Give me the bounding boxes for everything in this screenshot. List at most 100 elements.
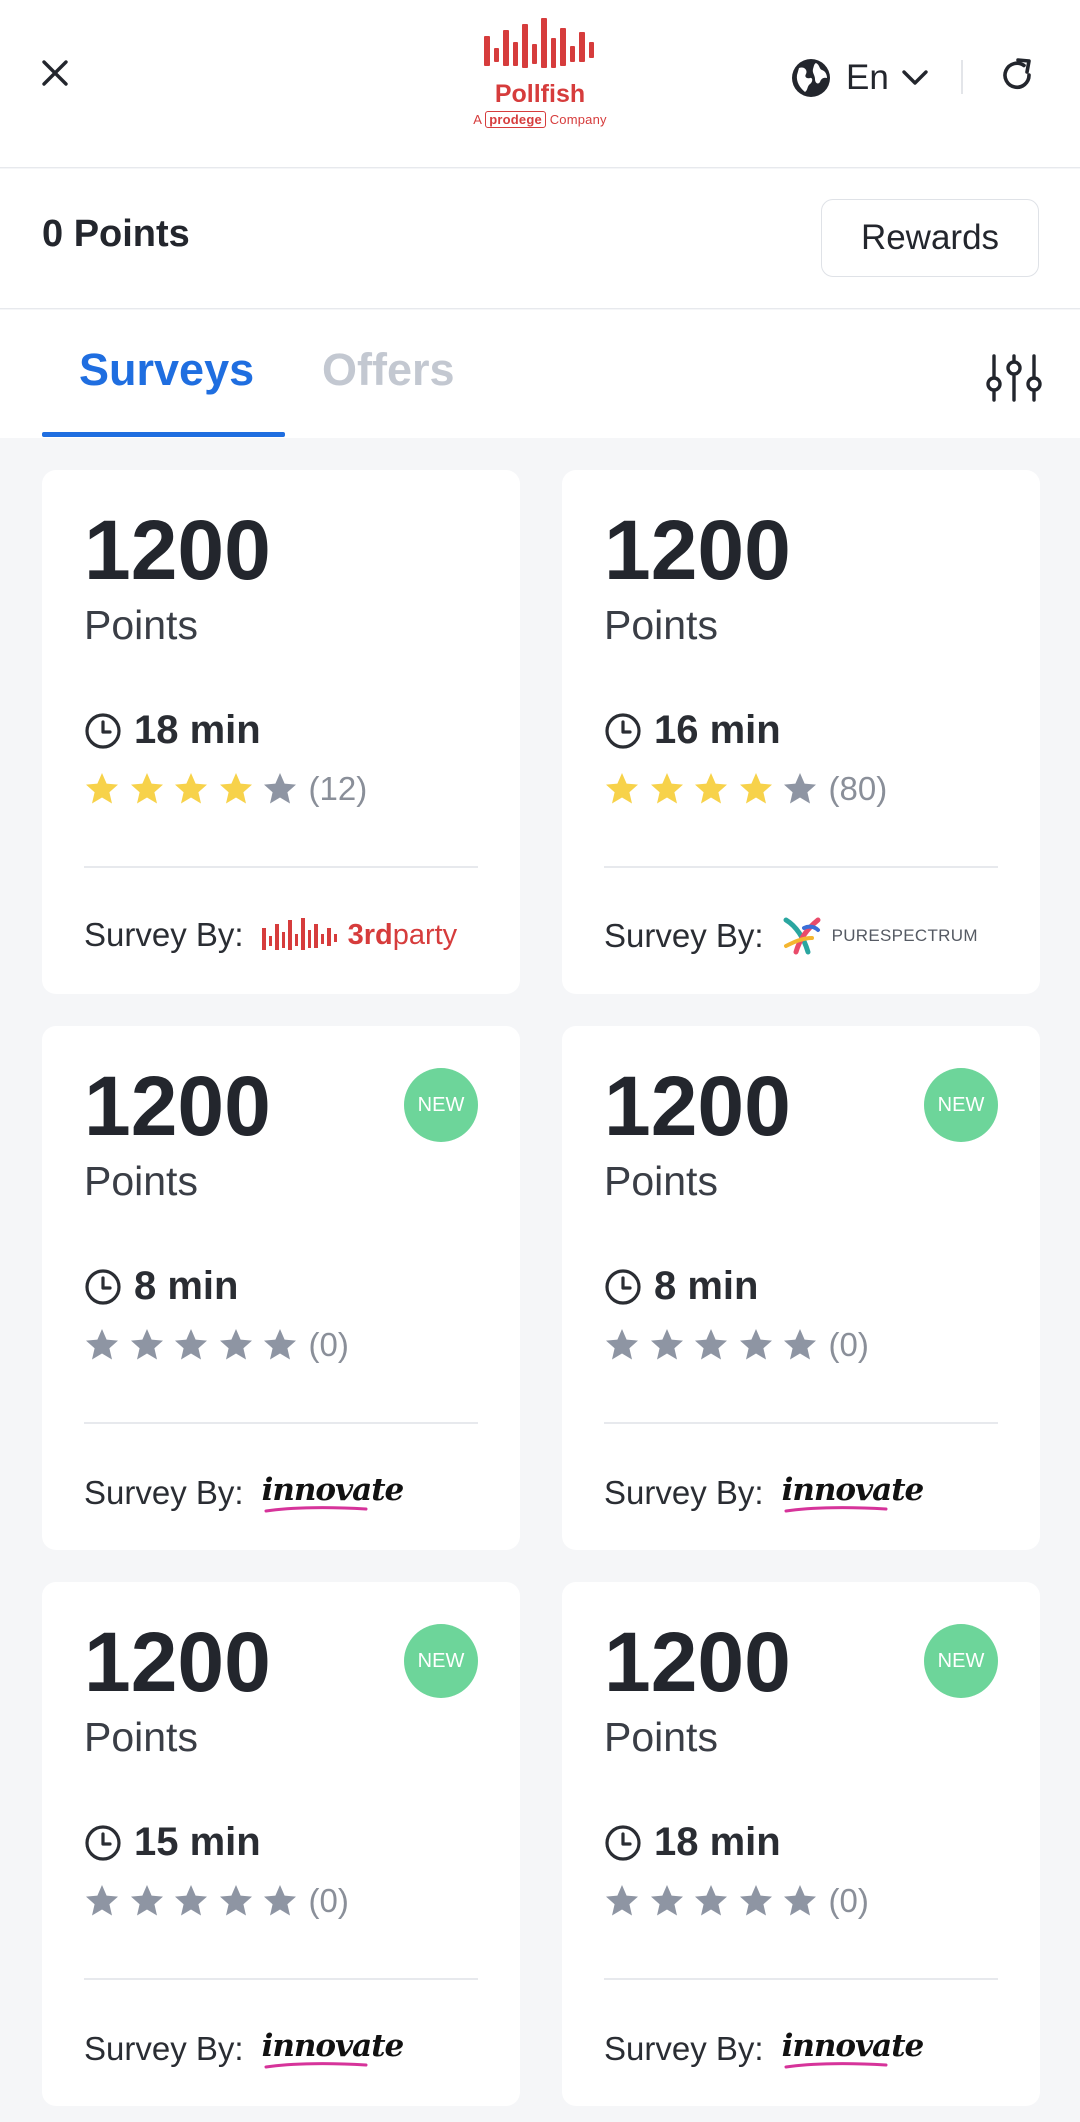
star-empty-icon [264, 1885, 296, 1916]
survey-duration: 8 min [604, 1264, 758, 1309]
header-divider [961, 60, 963, 94]
survey-card[interactable]: 1200 Points 16 min (80) Survey By: PURES… [562, 470, 1040, 994]
refresh-button[interactable] [998, 56, 1036, 94]
card-points-value: 1200 [604, 503, 791, 597]
globe-icon [792, 59, 830, 97]
tab-surveys[interactable]: Surveys [79, 344, 254, 396]
provider-logo-innovate: innovate [262, 2028, 404, 2070]
provider-logo-innovate: innovate [782, 2028, 924, 2070]
star-rating: (0) [84, 1326, 349, 1364]
star-rating: (80) [604, 770, 887, 808]
star-empty-icon [695, 1329, 727, 1360]
duration-text: 18 min [134, 708, 261, 752]
card-divider [604, 1978, 998, 1980]
points-balance: 0 Points [42, 213, 190, 255]
rewards-button[interactable]: Rewards [821, 199, 1039, 277]
points-bar: 0 Points Rewards [0, 169, 1080, 309]
review-count: (0) [308, 1326, 349, 1363]
card-points-label: Points [604, 602, 718, 648]
tab-offers[interactable]: Offers [322, 344, 455, 396]
clock-icon [605, 1268, 641, 1305]
star-empty-icon [264, 773, 296, 804]
star-filled-icon [695, 773, 727, 804]
star-empty-icon [606, 1885, 638, 1916]
refresh-icon [1003, 58, 1031, 90]
card-points-value: 1200 [604, 1615, 791, 1709]
star-empty-icon [175, 1885, 207, 1916]
star-empty-icon [739, 1885, 772, 1916]
survey-by-label: Survey By: [84, 916, 244, 953]
close-button[interactable] [38, 56, 72, 90]
clock-icon [605, 712, 641, 749]
star-filled-icon [130, 773, 163, 804]
filter-button[interactable] [986, 352, 1042, 404]
survey-provider: Survey By: innovate [604, 1472, 924, 1514]
survey-by-label: Survey By: [84, 2030, 244, 2067]
provider-name: innovate [261, 2028, 405, 2064]
survey-card[interactable]: 1200 Points NEW 8 min (0) Survey By: inn… [562, 1026, 1040, 1550]
clock-icon [85, 1824, 121, 1861]
duration-text: 18 min [654, 1820, 781, 1864]
star-rating: (12) [84, 770, 367, 808]
survey-card[interactable]: 1200 Points NEW 18 min (0) Survey By: in… [562, 1582, 1040, 2106]
card-divider [604, 866, 998, 868]
new-badge: NEW [924, 1068, 998, 1142]
card-divider [604, 1422, 998, 1424]
underline-swash-icon [264, 2062, 368, 2069]
tab-bar: Surveys Offers [0, 310, 1080, 438]
survey-provider: Survey By: innovate [84, 1472, 404, 1514]
survey-duration: 15 min [84, 1820, 261, 1865]
new-badge: NEW [404, 1068, 478, 1142]
language-selector[interactable]: En [790, 56, 929, 100]
review-count: (0) [828, 1326, 869, 1363]
survey-duration: 18 min [604, 1820, 781, 1865]
active-tab-indicator [42, 432, 285, 437]
provider-name: PURESPECTRUM [831, 926, 978, 945]
new-badge: NEW [404, 1624, 478, 1698]
card-points-label: Points [84, 1158, 198, 1204]
card-points-label: Points [84, 602, 198, 648]
review-count: (0) [828, 1882, 869, 1919]
clock-icon [85, 712, 121, 749]
pollfish-bars-icon [261, 918, 337, 950]
clock-icon [85, 1268, 121, 1305]
underline-swash-icon [784, 2062, 888, 2069]
provider-name: 3rdparty [347, 918, 458, 951]
survey-duration: 8 min [84, 1264, 238, 1309]
purespectrum-x-icon [783, 917, 821, 955]
star-empty-icon [650, 1885, 683, 1916]
star-filled-icon [175, 773, 207, 804]
review-count: (12) [308, 770, 368, 807]
star-rating: (0) [604, 1326, 869, 1364]
sliders-icon [986, 354, 1042, 402]
survey-by-label: Survey By: [604, 1474, 764, 1511]
duration-text: 15 min [134, 1820, 261, 1864]
survey-by-label: Survey By: [604, 2030, 764, 2067]
card-points-value: 1200 [84, 1615, 271, 1709]
star-empty-icon [264, 1329, 296, 1360]
provider-logo-innovate: innovate [262, 1472, 404, 1514]
card-points-label: Points [604, 1714, 718, 1760]
star-empty-icon [784, 773, 816, 804]
review-count: (0) [308, 1882, 349, 1919]
star-empty-icon [784, 1329, 816, 1360]
provider-logo-3rdparty: 3rdparty [261, 918, 458, 952]
provider-logo-purespectrum: PURESPECTRUM [782, 916, 978, 956]
survey-duration: 16 min [604, 708, 781, 753]
survey-card[interactable]: 1200 Points 18 min (12) Survey By: 3rdpa… [42, 470, 520, 994]
star-empty-icon [86, 1329, 118, 1360]
card-points-value: 1200 [84, 503, 271, 597]
provider-name: innovate [781, 1472, 925, 1508]
survey-card[interactable]: 1200 Points NEW 15 min (0) Survey By: in… [42, 1582, 520, 2106]
card-points-label: Points [604, 1158, 718, 1204]
logo-subtitle: A prodege Company [473, 111, 607, 128]
star-empty-icon [739, 1329, 772, 1360]
star-filled-icon [219, 773, 252, 804]
star-rating: (0) [84, 1882, 349, 1920]
star-empty-icon [606, 1329, 638, 1360]
star-empty-icon [695, 1885, 727, 1916]
provider-logo-innovate: innovate [782, 1472, 924, 1514]
survey-card[interactable]: 1200 Points NEW 8 min (0) Survey By: inn… [42, 1026, 520, 1550]
star-filled-icon [606, 773, 638, 804]
survey-provider: Survey By: innovate [84, 2028, 404, 2070]
